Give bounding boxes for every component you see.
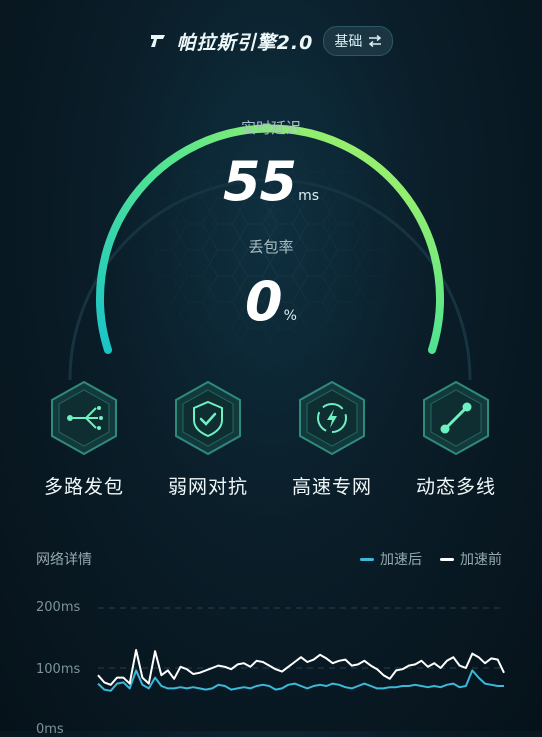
feature-label: 弱网对抗: [167, 476, 248, 498]
feature-multipath[interactable]: 多路发包: [24, 378, 144, 499]
feature-label: 多路发包: [43, 476, 124, 498]
packet-loss-unit: %: [283, 308, 297, 324]
brand-title: 帕拉斯引擎2.0: [176, 31, 314, 54]
shield-check-icon: [175, 380, 241, 456]
packet-loss-readout: 0%: [0, 270, 542, 333]
latency-chart: [97, 607, 505, 692]
latency-readout: 55 ms: [0, 150, 542, 213]
link-nodes-icon: [423, 380, 489, 456]
series-line-after: [97, 669, 504, 692]
feature-label: 高速专网: [291, 476, 372, 498]
series-line-before: [97, 649, 505, 686]
swap-icon: [369, 35, 382, 47]
feature-weak-network[interactable]: 弱网对抗: [148, 378, 268, 499]
legend-item-before: 加速前: [440, 549, 502, 569]
multipath-icon: [51, 380, 117, 456]
legend-swatch: [360, 557, 374, 561]
header-bar: 帕拉斯引擎2.0 基础: [0, 26, 542, 56]
chart-legend: 加速后 加速前: [360, 549, 502, 569]
feature-dynamic-multiline[interactable]: 动态多线: [396, 378, 516, 499]
packet-loss-label: 丢包率: [248, 238, 294, 256]
lightning-icon: [299, 380, 365, 456]
feature-highspeed-net[interactable]: 高速专网: [272, 378, 392, 499]
latency-unit: ms: [298, 188, 320, 204]
mode-label: 基础: [334, 34, 363, 50]
legend-label: 加速后: [380, 552, 422, 568]
mode-switch-button[interactable]: 基础: [323, 26, 394, 56]
legend-swatch: [440, 557, 454, 561]
brand-logo-icon: [150, 35, 165, 47]
legend-label: 加速前: [460, 552, 502, 568]
feature-label: 动态多线: [415, 476, 496, 498]
legend-item-after: 加速后: [360, 549, 422, 569]
latency-label: 实时延迟: [240, 119, 301, 137]
packet-loss-value: 0: [245, 270, 283, 333]
latency-value: 55: [222, 150, 297, 213]
network-details-title: 网络详情: [36, 552, 92, 568]
